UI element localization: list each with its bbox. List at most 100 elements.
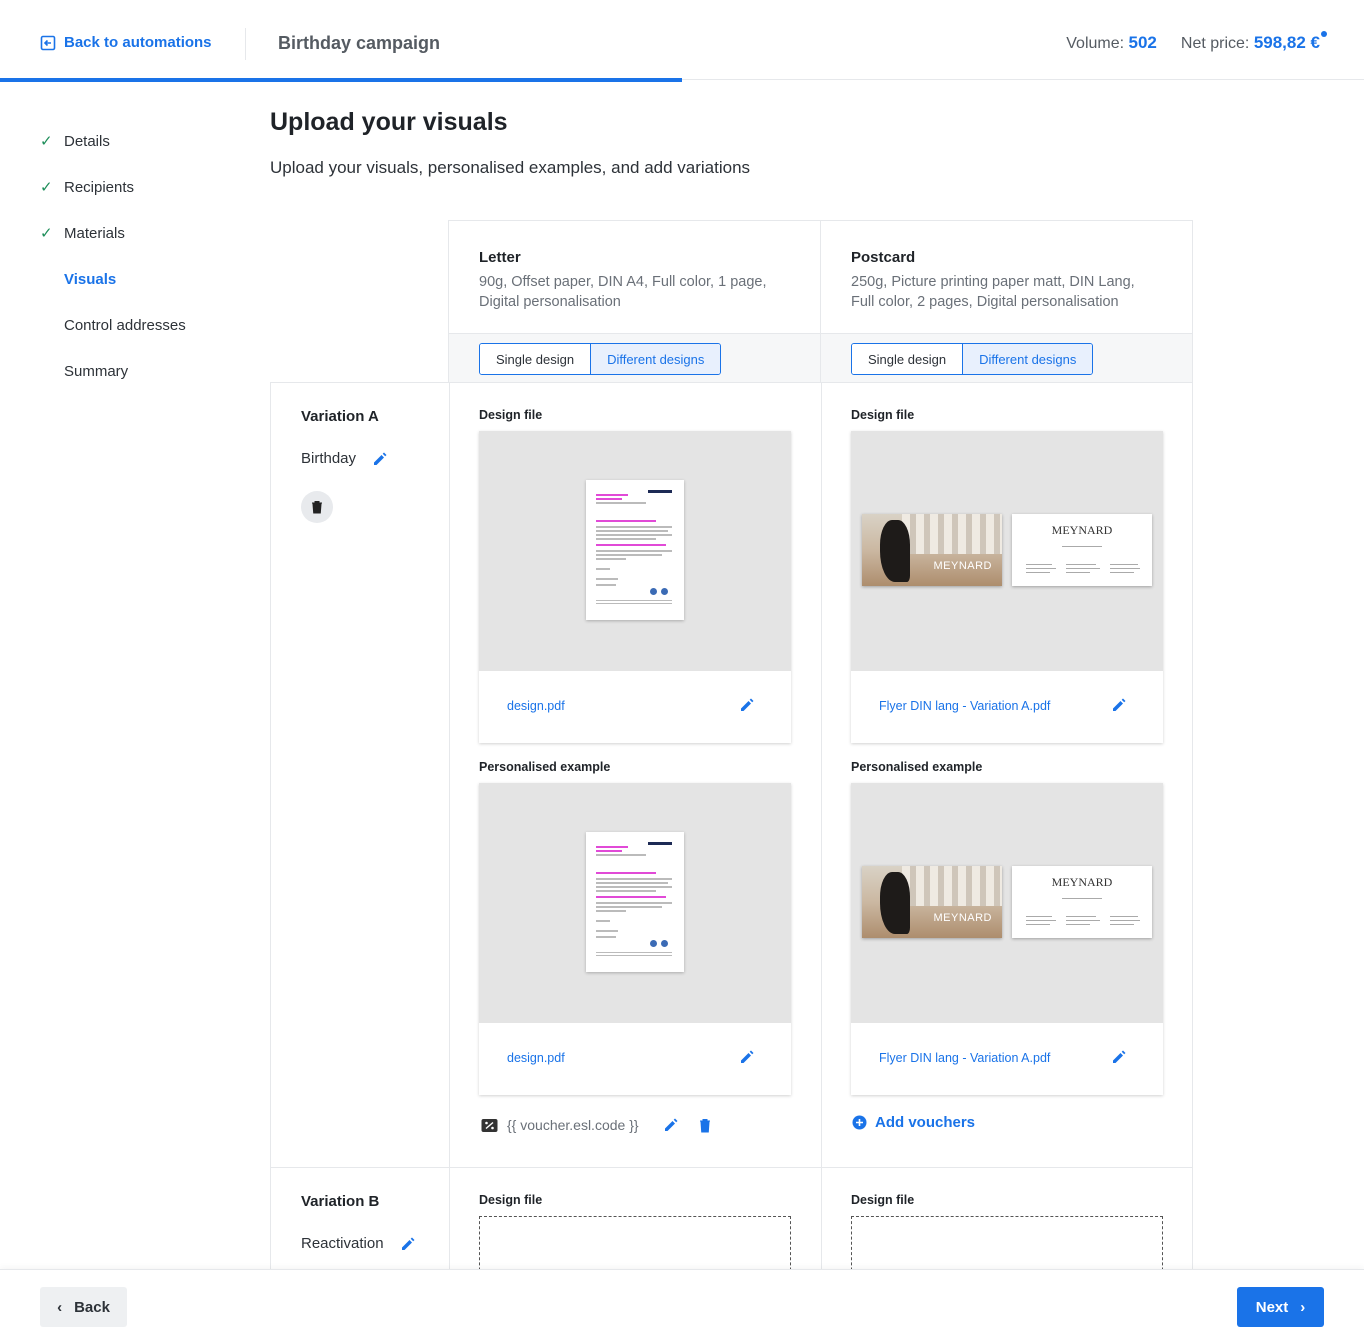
sidebar-step-visuals[interactable]: Visuals (40, 256, 240, 302)
back-button[interactable]: ‹ Back (40, 1287, 127, 1327)
exit-icon (40, 35, 56, 50)
single-design-option[interactable]: Single design (852, 344, 963, 374)
next-button-label: Next (1255, 1298, 1289, 1316)
page-subtitle: Upload your visuals, personalised exampl… (270, 158, 751, 177)
progress-bar (0, 78, 682, 82)
section-label: Design file (851, 1193, 915, 1207)
next-button[interactable]: Next › (1237, 1287, 1324, 1327)
single-design-option[interactable]: Single design (480, 344, 591, 374)
product-name: Letter (479, 249, 521, 266)
back-to-automations-link[interactable]: Back to automations (40, 34, 212, 51)
delete-variation-button[interactable] (301, 491, 333, 523)
top-header: Back to automations Birthday campaign Vo… (0, 0, 1364, 80)
trash-icon (312, 501, 322, 514)
letter-design-file-card[interactable]: design.pdf (479, 431, 791, 743)
steps-sidebar: ✓ Details ✓ Recipients ✓ Materials Visua… (40, 118, 240, 394)
different-designs-option[interactable]: Different designs (590, 344, 721, 374)
product-header-postcard: Postcard 250g, Picture printing paper ma… (820, 220, 1193, 333)
letter-personalised-example-card[interactable]: design.pdf (479, 783, 791, 1095)
postcard-front-image: MEYNARD (862, 866, 1002, 938)
net-price-stat: Net price: 598,82 € (1180, 31, 1327, 53)
product-description: 90g, Offset paper, DIN A4, Full color, 1… (479, 274, 767, 310)
step-label: Materials (64, 224, 125, 242)
postcard-front-image: MEYNARD (862, 514, 1002, 586)
section-label: Personalised example (851, 760, 983, 774)
brand-text: MEYNARD (933, 560, 992, 572)
step-label: Recipients (64, 178, 135, 196)
check-icon: ✓ (40, 133, 53, 150)
chevron-left-icon: ‹ (57, 1298, 63, 1316)
postcard-preview: MEYNARD MEYNARD (851, 431, 1163, 671)
edit-pencil-icon[interactable] (739, 1049, 755, 1065)
letter-preview (479, 431, 791, 671)
volume-label: Volume: (1066, 35, 1125, 52)
postcard-personalised-example-card[interactable]: MEYNARD MEYNARD Flyer DIN lang - Variati (851, 783, 1163, 1095)
design-toggle-row-postcard: Single design Different designs (820, 333, 1193, 383)
net-price-label: Net price: (1180, 35, 1250, 52)
voucher-row: {{ voucher.esl.code }} (481, 1117, 711, 1133)
trash-icon[interactable] (699, 1118, 711, 1133)
variation-a-row: Variation A Birthday Design file design.… (270, 382, 1193, 1168)
sidebar-step-details[interactable]: ✓ Details (40, 118, 240, 164)
page-title: Upload your visuals (270, 108, 508, 136)
step-label: Control addresses (64, 316, 186, 334)
price-info-dot[interactable] (1321, 31, 1327, 37)
section-label: Design file (851, 408, 915, 422)
campaign-title: Birthday campaign (278, 33, 441, 53)
section-label: Design file (479, 408, 543, 422)
letter-thumbnail (586, 480, 684, 620)
design-file-name[interactable]: Flyer DIN lang - Variation A.pdf (879, 699, 1050, 713)
header-divider (245, 28, 246, 60)
design-mode-toggle: Single design Different designs (479, 343, 722, 375)
back-button-label: Back (74, 1298, 110, 1316)
edit-pencil-icon[interactable] (1111, 1049, 1127, 1065)
design-file-name[interactable]: design.pdf (507, 699, 565, 713)
check-icon: ✓ (40, 225, 53, 242)
section-label: Personalised example (479, 760, 611, 774)
voucher-code: {{ voucher.esl.code }} (507, 1117, 639, 1133)
edit-pencil-icon[interactable] (372, 451, 388, 467)
check-icon: ✓ (40, 179, 53, 196)
back-to-automations-label: Back to automations (64, 34, 212, 51)
plus-circle-icon (852, 1115, 867, 1130)
step-label: Details (64, 132, 110, 150)
postcard-design-file-card[interactable]: MEYNARD MEYNARD Flyer DIN lang - Variati (851, 431, 1163, 743)
variation-name: Reactivation (301, 1235, 416, 1252)
add-vouchers-label: Add vouchers (875, 1114, 976, 1131)
step-label: Visuals (64, 270, 117, 288)
variation-name-text: Reactivation (301, 1235, 384, 1252)
header-stats: Volume: 502 Net price: 598,82 € (1066, 31, 1327, 53)
net-price-value: 598,82 € (1253, 33, 1320, 52)
sidebar-step-materials[interactable]: ✓ Materials (40, 210, 240, 256)
edit-pencil-icon[interactable] (400, 1236, 416, 1252)
design-mode-toggle: Single design Different designs (851, 343, 1094, 375)
postcard-preview: MEYNARD MEYNARD (851, 783, 1163, 1023)
sidebar-step-recipients[interactable]: ✓ Recipients (40, 164, 240, 210)
brand-text: MEYNARD (1051, 523, 1113, 537)
product-name: Postcard (851, 249, 916, 266)
sidebar-step-summary[interactable]: Summary (40, 348, 240, 394)
voucher-icon (481, 1118, 498, 1132)
example-file-name[interactable]: design.pdf (507, 1051, 565, 1065)
edit-pencil-icon[interactable] (739, 697, 755, 713)
edit-pencil-icon[interactable] (663, 1117, 679, 1133)
footer-bar: ‹ Back Next › (0, 1269, 1364, 1342)
volume-stat: Volume: 502 (1066, 33, 1157, 53)
product-header-letter: Letter 90g, Offset paper, DIN A4, Full c… (448, 220, 821, 333)
brand-text: MEYNARD (933, 912, 992, 924)
step-label: Summary (64, 362, 129, 380)
volume-value: 502 (1128, 33, 1157, 52)
different-designs-option[interactable]: Different designs (962, 344, 1093, 374)
add-vouchers-button[interactable]: Add vouchers (852, 1114, 975, 1131)
postcard-back-image: MEYNARD (1012, 866, 1152, 938)
variation-name-text: Birthday (301, 450, 357, 467)
variation-label: Variation A (301, 408, 379, 425)
sidebar-step-control-addresses[interactable]: Control addresses (40, 302, 240, 348)
letter-preview (479, 783, 791, 1023)
variation-name: Birthday (301, 450, 388, 467)
letter-thumbnail (586, 832, 684, 972)
postcard-back-image: MEYNARD (1012, 514, 1152, 586)
edit-pencil-icon[interactable] (1111, 697, 1127, 713)
product-description: 250g, Picture printing paper matt, DIN L… (851, 274, 1135, 310)
example-file-name[interactable]: Flyer DIN lang - Variation A.pdf (879, 1051, 1050, 1065)
